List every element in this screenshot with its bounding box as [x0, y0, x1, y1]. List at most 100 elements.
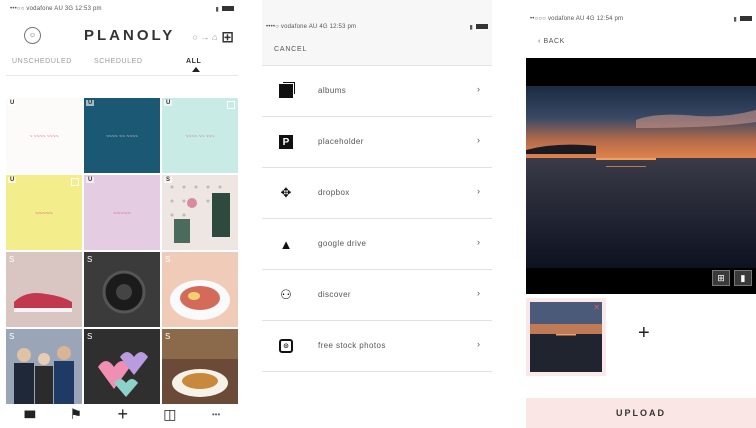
grid-post[interactable]: S — [84, 252, 160, 327]
crop-icon[interactable]: ⊞ — [712, 270, 730, 286]
status-right: ▮ — [215, 6, 234, 13]
flag-icon[interactable]: ⚑ — [70, 406, 83, 423]
scheduled-icon: S — [87, 332, 93, 341]
add-post-icon[interactable]: + — [117, 404, 128, 425]
upload-button[interactable]: UPLOAD — [526, 398, 756, 428]
menu-item-discover[interactable]: ⚇ discover › — [262, 270, 492, 321]
grid-layout-icon[interactable]: ⊞ — [221, 28, 234, 46]
menu-item-label: placeholder — [318, 137, 364, 146]
menu-item-label: google drive — [318, 239, 367, 248]
source-menu-screen: ••••○ vodafone AU 4G 12:53 pm ▮ CANCEL a… — [262, 0, 492, 428]
selected-thumbnail[interactable]: ✕ — [526, 298, 606, 376]
tab-unscheduled[interactable]: UNSCHEDULED — [12, 58, 72, 65]
photo-preview: ⊞ ▮ — [526, 58, 756, 294]
headphones-photo — [102, 270, 146, 314]
status-left: ••○○○ vodafone AU 4G 12:54 pm — [530, 16, 624, 22]
bottom-toolbar: ▮▮▮ ⚑ + ◫ ••• — [6, 400, 238, 428]
status-right: ▮ — [469, 24, 488, 31]
active-tab-indicator — [192, 67, 200, 72]
remove-thumbnail-icon[interactable]: ✕ — [593, 303, 600, 312]
grid-post[interactable]: U ~~~~ ~~ ~~~ — [162, 98, 238, 173]
status-bar: ••••○ vodafone AU 4G 12:53 pm ▮ — [262, 18, 492, 36]
grid-post[interactable]: U ~~~~~ — [6, 175, 82, 250]
profile-avatar[interactable]: ☺ — [24, 27, 41, 44]
dinner-photo — [162, 329, 238, 397]
back-button[interactable]: ‹ BACK — [538, 38, 565, 45]
menu-header: ••••○ vodafone AU 4G 12:53 pm ▮ CANCEL — [262, 0, 492, 66]
scheduled-icon: S — [165, 255, 171, 264]
select-corner-icon[interactable] — [71, 178, 79, 186]
post-status-badge: U — [86, 177, 95, 183]
candy-hearts-photo — [98, 352, 148, 397]
grid-post[interactable]: S — [162, 252, 238, 327]
app-header: ☺ PLANOLY ○ → ⌂ ⊞ — [6, 18, 238, 52]
sunset-photo — [526, 58, 756, 294]
placeholder-icon: P — [278, 134, 294, 150]
grid-post[interactable]: S — [162, 175, 238, 250]
grid-post[interactable]: S — [84, 329, 160, 404]
grid-view-icon[interactable]: ▮▮▮ — [24, 409, 36, 420]
cancel-button[interactable]: CANCEL — [274, 46, 307, 53]
pegboard-photo — [170, 185, 230, 243]
battery-icon — [740, 16, 752, 22]
grid-post[interactable]: U ~~~~~ — [84, 175, 160, 250]
chevron-right-icon: › — [477, 237, 480, 247]
menu-item-label: albums — [318, 86, 347, 95]
more-icon[interactable]: ••• — [212, 410, 220, 419]
dropbox-icon: ✥ — [280, 185, 292, 200]
grid-post[interactable]: U ~~~~ ~~ ~~~~ — [84, 98, 160, 173]
chevron-right-icon: › — [477, 186, 480, 196]
post-status-badge: S — [164, 177, 173, 183]
binoculars-icon: ⚇ — [280, 287, 292, 302]
menu-item-albums[interactable]: albums › — [262, 66, 492, 117]
status-left: ••••○ vodafone AU 4G 12:53 pm — [266, 24, 357, 30]
food-plate-photo — [170, 280, 230, 320]
grid-post[interactable]: S — [162, 329, 238, 404]
tab-all[interactable]: ALL — [186, 58, 201, 65]
filter-tabs: UNSCHEDULED SCHEDULED ALL — [6, 52, 238, 76]
grid-post[interactable]: S — [6, 252, 82, 327]
battery-icon — [476, 24, 488, 30]
post-caption: ~ ~~~~ ~~~~ — [29, 134, 59, 140]
post-status-badge: U — [8, 177, 17, 183]
photo-tools: ⊞ ▮ — [712, 270, 752, 286]
calendar-icon[interactable]: ◫ — [163, 406, 176, 423]
grid-post[interactable]: U ~ ~~~~ ~~~~ — [6, 98, 82, 173]
app-logo: PLANOLY — [84, 27, 176, 44]
scheduled-icon: S — [87, 255, 93, 264]
post-status-badge: U — [164, 100, 173, 106]
google-drive-icon: ▲ — [279, 236, 293, 252]
chevron-right-icon: › — [477, 135, 480, 145]
post-caption: ~~~~ ~~ ~~~ — [185, 134, 215, 140]
screenshot-collage: •••○○ vodafone AU 3G 12:53 pm ▮ ☺ PLANOL… — [0, 0, 756, 428]
add-photo-button[interactable]: + — [638, 322, 650, 345]
select-corner-icon[interactable] — [227, 101, 235, 109]
sneaker-photo — [14, 293, 72, 312]
chevron-right-icon: › — [477, 288, 480, 298]
menu-item-label: dropbox — [318, 188, 350, 197]
post-caption: ~~~~~ — [113, 211, 131, 217]
source-list: albums › P placeholder › ✥ dropbox › ▲ g… — [262, 66, 492, 372]
square-format-icon[interactable]: ▮ — [734, 270, 752, 286]
menu-item-placeholder[interactable]: P placeholder › — [262, 117, 492, 168]
status-bar: •••○○ vodafone AU 3G 12:53 pm ▮ — [6, 0, 238, 18]
header-small-icons[interactable]: ○ → ⌂ — [193, 32, 218, 42]
menu-item-dropbox[interactable]: ✥ dropbox › — [262, 168, 492, 219]
chevron-right-icon: › — [477, 339, 480, 349]
tab-scheduled[interactable]: SCHEDULED — [94, 58, 143, 65]
grid-screen: •••○○ vodafone AU 3G 12:53 pm ▮ ☺ PLANOL… — [6, 0, 238, 428]
header-actions: ○ → ⌂ ⊞ — [193, 28, 234, 46]
menu-item-google-drive[interactable]: ▲ google drive › — [262, 219, 492, 270]
menu-item-label: free stock photos — [318, 341, 386, 350]
grid-post[interactable]: S — [6, 329, 82, 404]
menu-item-free-stock-photos[interactable]: ⊙ free stock photos › — [262, 321, 492, 372]
thumbnail-image: ✕ — [530, 302, 602, 372]
status-bar: ••○○○ vodafone AU 4G 12:54 pm ▮ — [526, 10, 756, 28]
scheduled-icon: S — [9, 332, 15, 341]
scheduled-icon: S — [9, 255, 15, 264]
chevron-right-icon: › — [477, 84, 480, 94]
post-caption: ~~~~ ~~ ~~~~ — [106, 134, 138, 140]
camera-icon: ⊙ — [278, 338, 294, 354]
scheduled-icon: S — [165, 332, 171, 341]
post-status-badge: U — [86, 100, 95, 106]
